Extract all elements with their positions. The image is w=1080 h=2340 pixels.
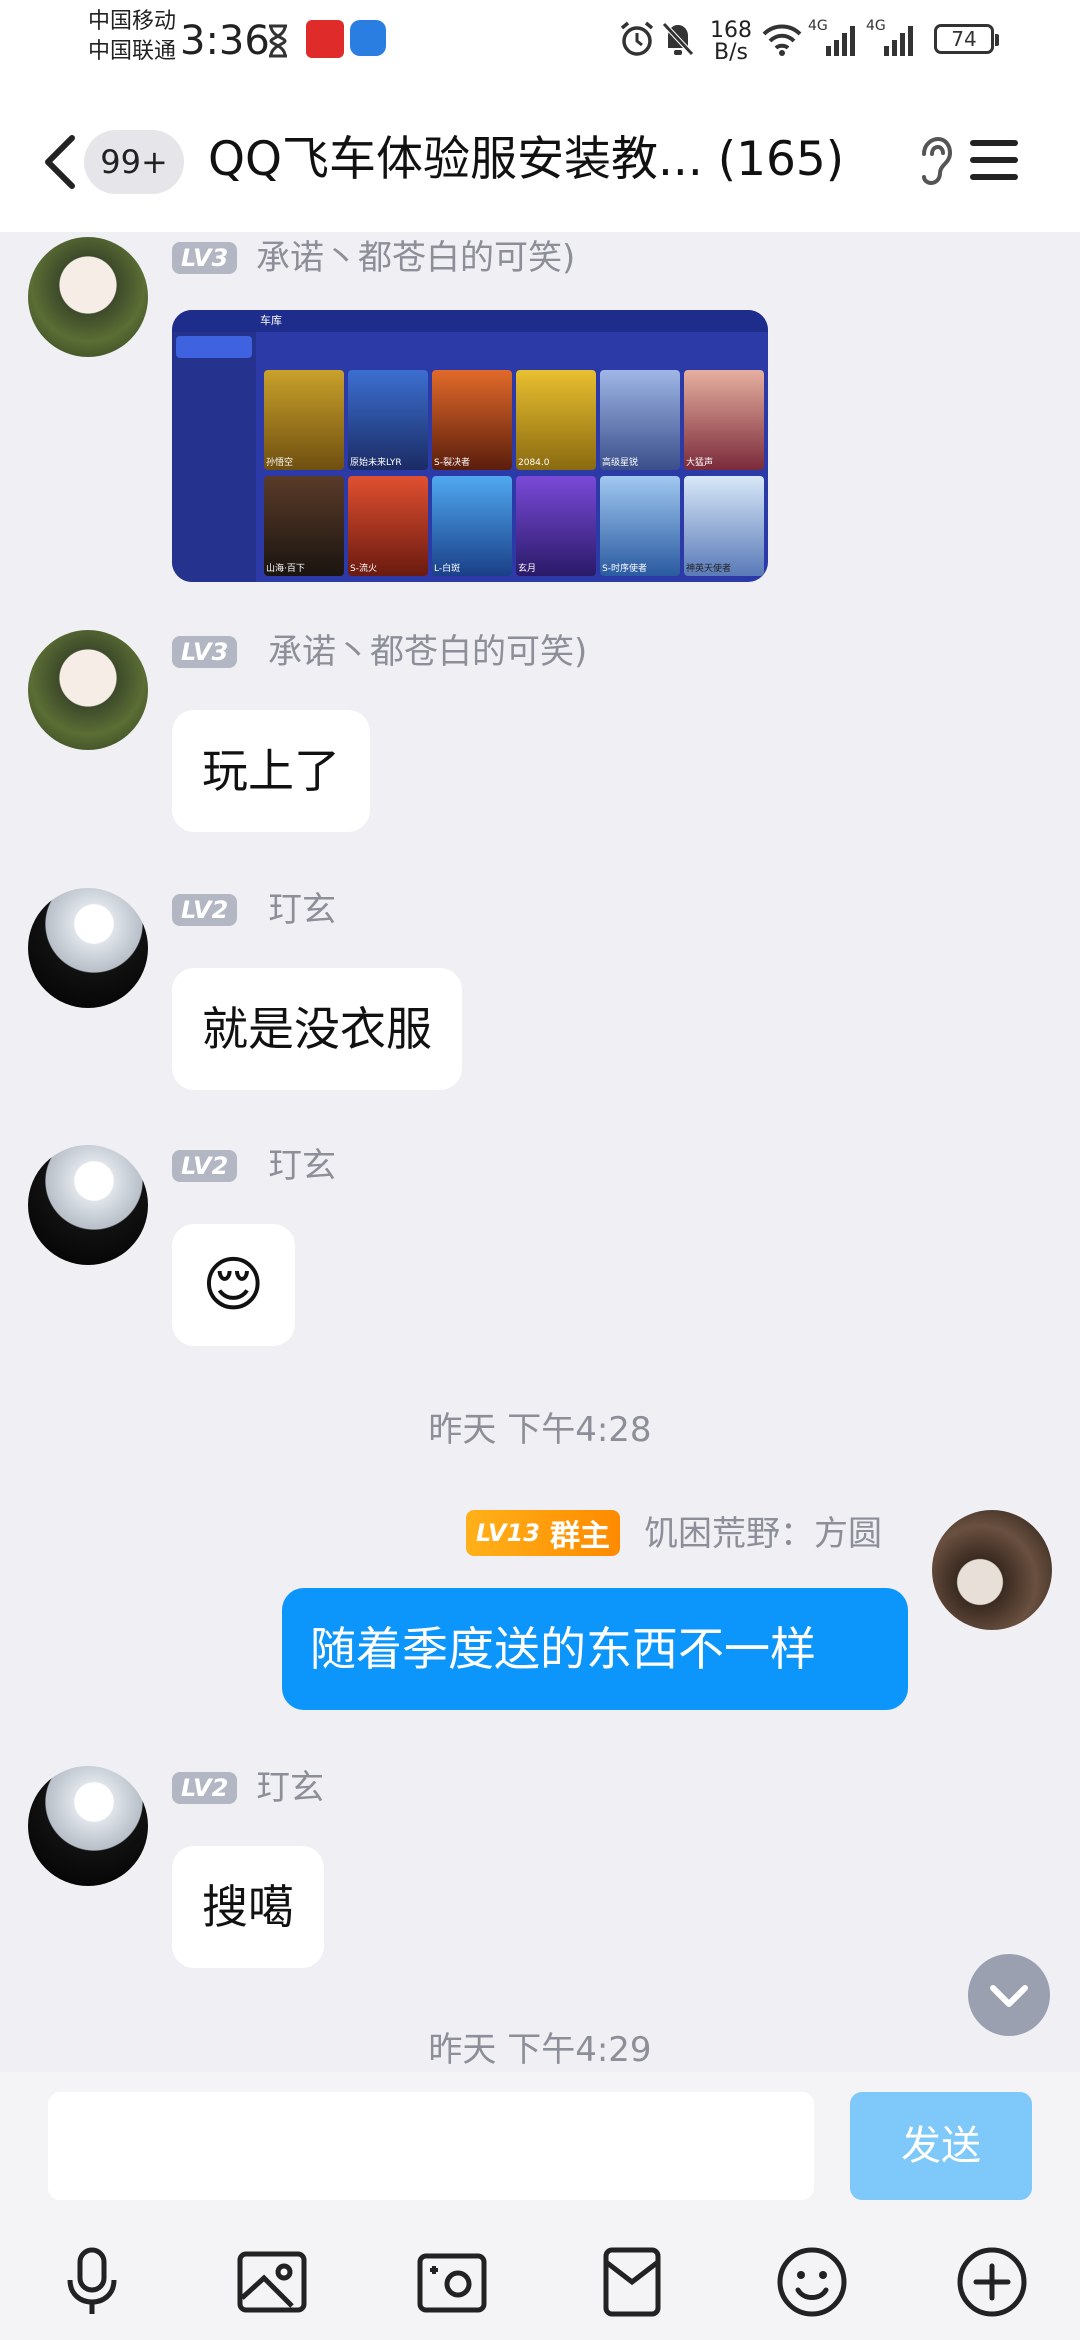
status-bar: 中国移动 中国联通 3:36 168 B/s 4G 4G 74 [0, 0, 1080, 80]
timestamp: 昨天 下午4:29 [428, 2030, 652, 2070]
sender-name[interactable]: 承诺丶都苍白的可笑) [268, 632, 587, 672]
message-list[interactable]: LV3 承诺丶都苍白的可笑) 车库 孙悟空 原始未来LYR S-裂决者 2084… [0, 232, 1080, 2072]
level-badge: LV2 [172, 1772, 238, 1804]
image-garage-label: 车库 [260, 314, 282, 327]
timestamp: 昨天 下午4:28 [428, 1410, 652, 1450]
microphone-icon[interactable] [52, 2242, 132, 2322]
car-tile: 原始未来LYR [348, 370, 428, 470]
car-tile: 山海·百下 [264, 476, 344, 576]
avatar[interactable] [28, 237, 148, 357]
sender-name[interactable]: 饥困荒野：方圆 [644, 1514, 882, 1554]
car-tile: 孙悟空 [264, 370, 344, 470]
plus-icon[interactable] [952, 2242, 1032, 2322]
hourglass-icon [266, 24, 290, 62]
mute-bell-icon [660, 20, 696, 62]
avatar[interactable] [932, 1510, 1052, 1630]
car-tile: 神英天使者 [684, 476, 764, 576]
unread-count-badge[interactable]: 99+ [84, 130, 184, 194]
image-sidebar-selected [176, 336, 252, 358]
sender-name[interactable]: 玎玄 [268, 1146, 336, 1186]
message-bubble-self[interactable]: 随着季度送的东西不一样 [282, 1588, 908, 1710]
owner-level: LV13 [476, 1519, 540, 1547]
emoji-icon[interactable] [772, 2242, 852, 2322]
menu-icon[interactable] [968, 136, 1020, 188]
emoji-message-bubble[interactable]: 😌 [172, 1224, 295, 1346]
group-title[interactable]: QQ飞车体验服安装教... (165) [208, 128, 908, 192]
owner-badge: LV13 群主 [466, 1510, 620, 1556]
message-bubble[interactable]: 就是没衣服 [172, 968, 462, 1090]
level-badge: LV3 [172, 636, 238, 668]
camera-icon[interactable] [412, 2242, 492, 2322]
car-tile: 大猛声 [684, 370, 764, 470]
car-tile: 2084.0 [516, 370, 596, 470]
signal-1-icon [810, 22, 860, 62]
message-bubble[interactable]: 玩上了 [172, 710, 370, 832]
sender-name[interactable]: 承诺丶都苍白的可笑) [256, 238, 575, 278]
net-speed-unit: B/s [714, 40, 748, 65]
input-bar: 发送 [0, 2072, 1080, 2340]
car-tile: S-裂决者 [432, 370, 512, 470]
send-button[interactable]: 发送 [850, 2092, 1032, 2200]
clock: 3:36 [180, 18, 270, 64]
level-badge: LV2 [172, 1150, 238, 1182]
avatar[interactable] [28, 888, 148, 1008]
avatar[interactable] [28, 1766, 148, 1886]
chat-header: 99+ QQ飞车体验服安装教... (165) [0, 80, 1080, 232]
net-speed-value: 168 [710, 18, 752, 43]
message-input[interactable] [48, 2092, 814, 2200]
ear-icon[interactable] [916, 136, 953, 190]
sender-name[interactable]: 玎玄 [256, 1768, 324, 1808]
carrier-2: 中国联通 [88, 39, 177, 64]
image-sidebar [172, 332, 256, 582]
wifi-icon [762, 22, 802, 60]
car-tile: 高级星锐 [600, 370, 680, 470]
sender-name[interactable]: 玎玄 [268, 890, 336, 930]
image-icon[interactable] [232, 2242, 312, 2322]
scroll-down-icon [990, 1985, 1028, 2007]
car-tile: L-白斑 [432, 476, 512, 576]
battery-icon: 74 [934, 24, 999, 54]
app-notification-icon [306, 20, 344, 58]
app-notification-icon-2 [350, 20, 386, 56]
red-packet-icon[interactable] [592, 2242, 672, 2322]
level-badge: LV2 [172, 894, 238, 926]
signal-2-icon [868, 22, 918, 62]
car-tile: S-时序使者 [600, 476, 680, 576]
scroll-down-button[interactable] [968, 1954, 1050, 2036]
message-bubble[interactable]: 搜噶 [172, 1846, 324, 1968]
avatar[interactable] [28, 630, 148, 750]
car-tile: S-流火 [348, 476, 428, 576]
owner-role: 群主 [549, 1519, 610, 1554]
car-tile: 玄月 [516, 476, 596, 576]
carrier-1: 中国移动 [88, 9, 177, 34]
alarm-icon [618, 20, 656, 62]
shared-image[interactable]: 车库 孙悟空 原始未来LYR S-裂决者 2084.0 高级星锐 大猛声 山海·… [172, 310, 768, 582]
level-badge: LV3 [172, 242, 238, 274]
back-icon[interactable] [36, 130, 84, 194]
avatar[interactable] [28, 1145, 148, 1265]
